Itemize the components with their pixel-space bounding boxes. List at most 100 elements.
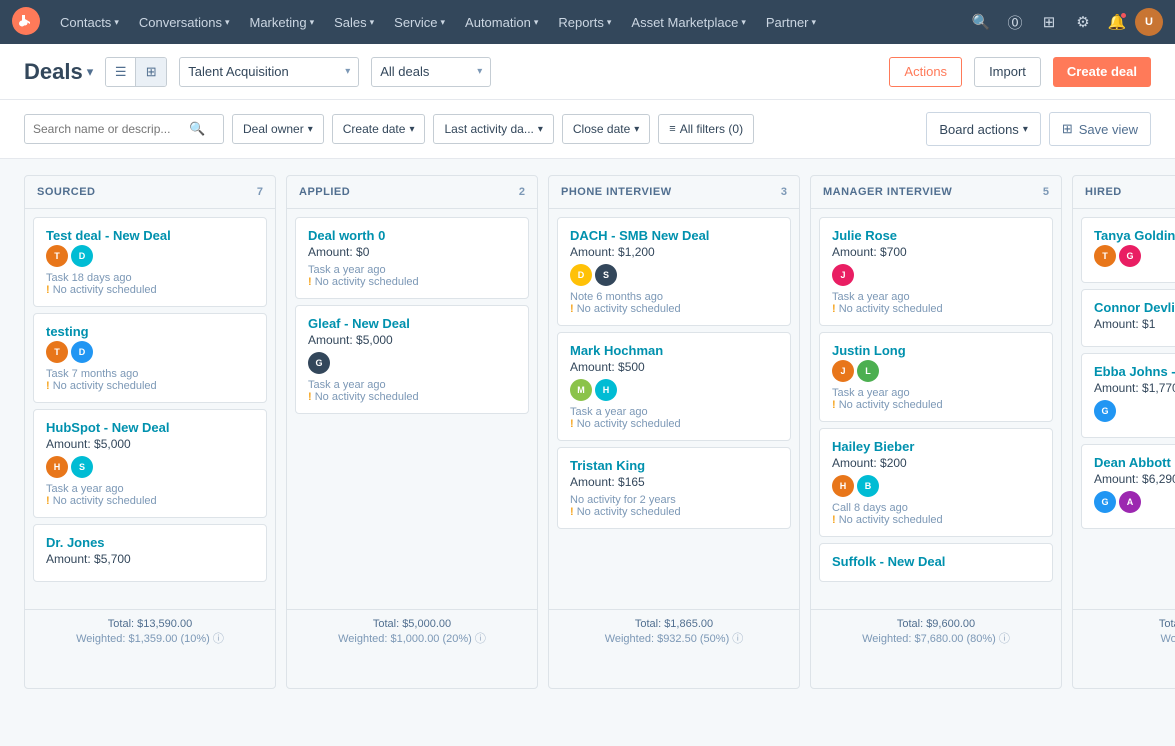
- settings-icon[interactable]: ⚙: [1067, 6, 1099, 38]
- nav-label: Asset Marketplace: [631, 15, 738, 30]
- deal-name: Justin Long: [832, 343, 1040, 358]
- deal-card[interactable]: Ebba Johns - New Deal Amount: $1,770 G: [1081, 353, 1175, 438]
- nav-item-service[interactable]: Service▾: [384, 0, 455, 44]
- deal-no-activity: ! No activity scheduled: [570, 506, 778, 518]
- deal-card[interactable]: Tristan King Amount: $165 No activity fo…: [557, 447, 791, 529]
- col-cards-applied: Deal worth 0 Amount: $0 Task a year ago …: [287, 209, 537, 609]
- deal-owner-filter[interactable]: Deal owner ▾: [232, 114, 324, 144]
- pipeline-select[interactable]: Talent Acquisition ▾: [179, 57, 359, 87]
- board-column-hired: HIRED 4 Tanya Golding TG Connor Devlin A…: [1072, 175, 1175, 689]
- avatar: B: [857, 475, 879, 497]
- deal-name: Dean Abbott: [1094, 455, 1175, 470]
- deal-card[interactable]: Dr. Jones Amount: $5,700: [33, 524, 267, 582]
- nav-item-conversations[interactable]: Conversations▾: [129, 0, 240, 44]
- create-deal-button[interactable]: Create deal: [1053, 57, 1151, 87]
- nav-item-reports[interactable]: Reports▾: [548, 0, 621, 44]
- nav-item-marketing[interactable]: Marketing▾: [239, 0, 324, 44]
- deal-meta: Task a year ago: [570, 406, 778, 418]
- deal-name: HubSpot - New Deal: [46, 420, 254, 435]
- nav-item-automation[interactable]: Automation▾: [455, 0, 548, 44]
- col-header-applied: APPLIED 2: [287, 176, 537, 209]
- hubspot-logo[interactable]: [12, 7, 40, 38]
- nav-item-sales[interactable]: Sales▾: [324, 0, 384, 44]
- deal-card[interactable]: Mark Hochman Amount: $500 MH Task a year…: [557, 332, 791, 441]
- deal-amount: Amount: $5,000: [46, 437, 254, 451]
- user-avatar[interactable]: U: [1135, 8, 1163, 36]
- help-icon[interactable]: ⓪: [999, 6, 1031, 38]
- close-date-filter[interactable]: Close date ▾: [562, 114, 650, 144]
- deal-name: Julie Rose: [832, 228, 1040, 243]
- avatar: L: [857, 360, 879, 382]
- board-view-btn[interactable]: ⊞: [136, 58, 166, 86]
- info-icon[interactable]: ⓘ: [213, 633, 224, 645]
- deal-name: Test deal - New Deal: [46, 228, 254, 243]
- page-title-chevron[interactable]: ▾: [87, 64, 94, 80]
- deal-card[interactable]: DACH - SMB New Deal Amount: $1,200 DS No…: [557, 217, 791, 326]
- info-icon[interactable]: ⓘ: [732, 633, 743, 645]
- save-icon: ⊞: [1062, 121, 1073, 137]
- avatar: M: [570, 379, 592, 401]
- deal-amount: Amount: $1,200: [570, 245, 778, 259]
- col-footer-applied: Total: $5,000.00 Weighted: $1,000.00 (20…: [287, 609, 537, 654]
- deal-no-activity: ! No activity scheduled: [832, 399, 1040, 411]
- page-title: Deals: [24, 59, 83, 85]
- info-icon[interactable]: ⓘ: [999, 633, 1010, 645]
- deal-card[interactable]: Dean Abbott Amount: $6,290 GA: [1081, 444, 1175, 529]
- deal-card[interactable]: Connor Devlin Amount: $1: [1081, 289, 1175, 347]
- col-cards-sourced: Test deal - New Deal TD Task 18 days ago…: [25, 209, 275, 609]
- nav-item-partner[interactable]: Partner▾: [756, 0, 826, 44]
- deal-card[interactable]: Gleaf - New Deal Amount: $5,000 G Task a…: [295, 305, 529, 414]
- create-date-filter[interactable]: Create date ▾: [332, 114, 426, 144]
- nav-label: Reports: [558, 15, 604, 30]
- notifications-icon[interactable]: 🔔: [1101, 6, 1133, 38]
- nav-label: Sales: [334, 15, 367, 30]
- deal-meta: Call 8 days ago: [832, 502, 1040, 514]
- import-button[interactable]: Import: [974, 57, 1041, 87]
- nav-chevron: ▾: [812, 17, 817, 28]
- nav-item-contacts[interactable]: Contacts▾: [50, 0, 129, 44]
- nav-label: Conversations: [139, 15, 222, 30]
- deal-no-activity: ! No activity scheduled: [832, 303, 1040, 315]
- deal-card[interactable]: testing TD Task 7 months ago ! No activi…: [33, 313, 267, 403]
- deal-meta: No activity for 2 years: [570, 494, 778, 506]
- deal-card[interactable]: Deal worth 0 Amount: $0 Task a year ago …: [295, 217, 529, 299]
- col-weighted: Weighted: $1,359.00 (10%) ⓘ: [37, 630, 263, 646]
- search-box[interactable]: 🔍: [24, 114, 224, 144]
- avatar: T: [46, 341, 68, 363]
- actions-button[interactable]: Actions: [889, 57, 962, 87]
- all-filters-button[interactable]: ≡ All filters (0): [658, 114, 754, 144]
- deal-card[interactable]: Julie Rose Amount: $700 J Task a year ag…: [819, 217, 1053, 326]
- search-nav-icon[interactable]: 🔍: [965, 6, 997, 38]
- list-view-btn[interactable]: ☰: [106, 58, 136, 86]
- avatar: S: [595, 264, 617, 286]
- deal-amount: Amount: $5,700: [46, 552, 254, 566]
- col-total: Total: $8,061.00: [1085, 618, 1175, 630]
- nav-chevron: ▾: [534, 17, 539, 28]
- apps-icon[interactable]: ⊞: [1033, 6, 1065, 38]
- search-input[interactable]: [33, 122, 183, 136]
- deal-amount: Amount: $700: [832, 245, 1040, 259]
- view-toggle: ☰ ⊞: [105, 57, 167, 87]
- deal-card[interactable]: HubSpot - New Deal Amount: $5,000 HS Tas…: [33, 409, 267, 518]
- last-activity-filter[interactable]: Last activity da... ▾: [433, 114, 553, 144]
- nav-chevron: ▾: [370, 17, 375, 28]
- deal-meta: Task a year ago: [832, 387, 1040, 399]
- info-icon[interactable]: ⓘ: [475, 633, 486, 645]
- nav-item-asset-marketplace[interactable]: Asset Marketplace▾: [621, 0, 755, 44]
- col-weighted: Weighted: $932.50 (50%) ⓘ: [561, 630, 787, 646]
- filter-select[interactable]: All deals ▾: [371, 57, 491, 87]
- deal-card[interactable]: Suffolk - New Deal: [819, 543, 1053, 582]
- col-count: 7: [257, 186, 263, 198]
- avatar: J: [832, 264, 854, 286]
- deal-card[interactable]: Hailey Bieber Amount: $200 HB Call 8 day…: [819, 428, 1053, 537]
- deal-card[interactable]: Tanya Golding TG: [1081, 217, 1175, 283]
- deal-card[interactable]: Test deal - New Deal TD Task 18 days ago…: [33, 217, 267, 307]
- deal-no-activity: ! No activity scheduled: [46, 495, 254, 507]
- deal-meta: Task a year ago: [46, 483, 254, 495]
- nav-label: Partner: [766, 15, 809, 30]
- nav-label: Marketing: [249, 15, 306, 30]
- board-actions-button[interactable]: Board actions ▾: [926, 112, 1041, 146]
- avatar: G: [1094, 400, 1116, 422]
- deal-card[interactable]: Justin Long JL Task a year ago ! No acti…: [819, 332, 1053, 422]
- save-view-button[interactable]: ⊞ Save view: [1049, 112, 1151, 146]
